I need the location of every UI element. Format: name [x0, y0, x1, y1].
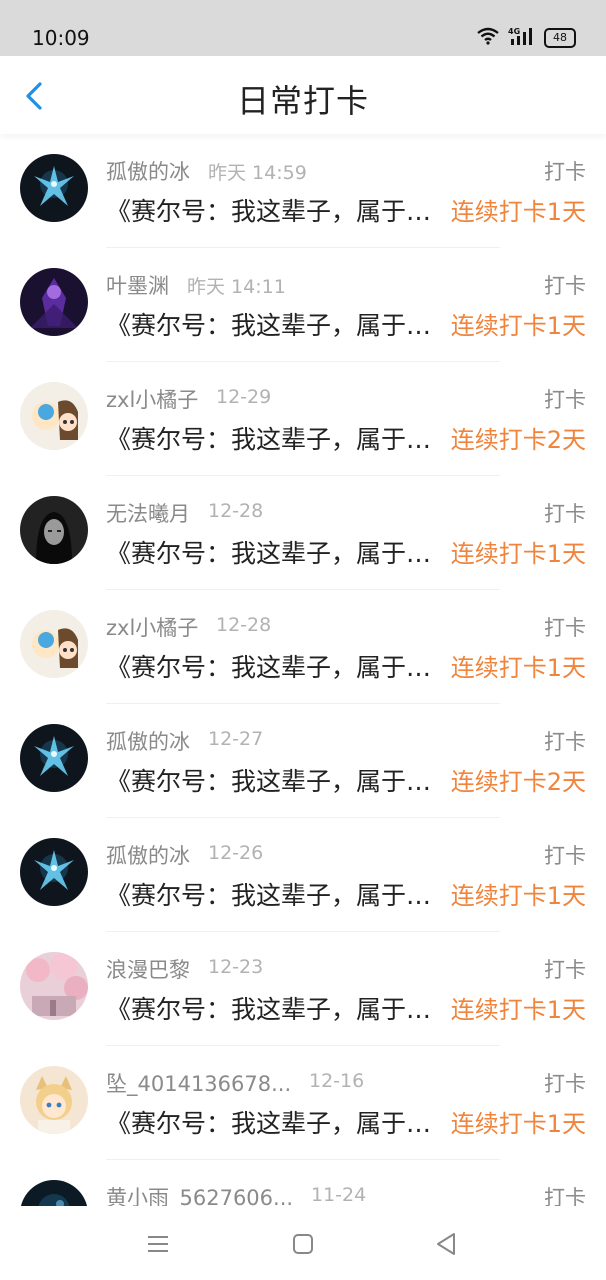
avatar-image — [20, 268, 88, 336]
back-triangle-icon[interactable] — [432, 1230, 460, 1258]
avatar-image — [20, 838, 88, 906]
page-title: 日常打卡 — [236, 82, 369, 120]
battery-indicator: 48 — [544, 28, 576, 48]
checkin-tag: 打卡 — [544, 616, 586, 640]
list-item[interactable]: 黄小雨_5627606... 11-24 打卡 《赛尔号：我这辈子，属于赛尔号》… — [0, 1160, 606, 1206]
post-date: 12-26 — [208, 842, 264, 864]
post-date: 11-24 — [311, 1184, 367, 1206]
streak-label: 连续打卡1天 — [450, 654, 586, 682]
checkin-content[interactable]: 《赛尔号：我这辈子，属于赛尔号》 — [106, 192, 444, 228]
checkin-tag: 打卡 — [544, 1186, 586, 1206]
avatar-image — [20, 610, 88, 678]
page-header: 日常打卡 — [0, 56, 606, 134]
post-date: 昨天 14:59 — [208, 162, 307, 184]
checkin-tag: 打卡 — [544, 274, 586, 298]
list-item[interactable]: 孤傲的冰 昨天 14:59 打卡 《赛尔号：我这辈子，属于赛尔号》 连续打卡1天 — [0, 134, 606, 248]
avatar[interactable] — [20, 952, 88, 1020]
user-name[interactable]: 坠_4014136678... — [106, 1068, 291, 1098]
post-date: 12-23 — [208, 956, 264, 978]
streak-label: 连续打卡1天 — [450, 198, 586, 226]
list-item[interactable]: zxl小橘子 12-29 打卡 《赛尔号：我这辈子，属于赛尔号》 连续打卡2天 — [0, 362, 606, 476]
user-name[interactable]: zxl小橘子 — [106, 384, 198, 414]
checkin-content[interactable]: 《赛尔号：我这辈子，属于赛尔号》 — [106, 420, 444, 456]
list-item[interactable]: 坠_4014136678... 12-16 打卡 《赛尔号：我这辈子，属于赛尔号… — [0, 1046, 606, 1160]
checkin-content[interactable]: 《赛尔号：我这辈子，属于赛尔号》 — [106, 534, 444, 570]
user-name[interactable]: 孤傲的冰 — [106, 726, 190, 756]
checkin-content[interactable]: 《赛尔号：我这辈子，属于赛尔号》 — [106, 876, 444, 912]
network-label: 4G — [508, 27, 520, 36]
avatar[interactable] — [20, 496, 88, 564]
avatar-image — [20, 154, 88, 222]
checkin-content[interactable]: 《赛尔号：我这辈子，属于赛尔号》 — [106, 990, 444, 1026]
list-item[interactable]: 孤傲的冰 12-27 打卡 《赛尔号：我这辈子，属于赛尔号》 连续打卡2天 — [0, 704, 606, 818]
avatar[interactable] — [20, 268, 88, 336]
avatar[interactable] — [20, 610, 88, 678]
post-date: 昨天 14:11 — [187, 276, 286, 298]
streak-label: 连续打卡1天 — [450, 882, 586, 910]
checkin-tag: 打卡 — [544, 1072, 586, 1096]
post-date: 12-27 — [208, 728, 264, 750]
status-time: 10:09 — [32, 26, 90, 50]
list-item[interactable]: 孤傲的冰 12-26 打卡 《赛尔号：我这辈子，属于赛尔号》 连续打卡1天 — [0, 818, 606, 932]
avatar[interactable] — [20, 1066, 88, 1134]
menu-icon[interactable] — [144, 1230, 172, 1258]
avatar-image — [20, 1180, 88, 1206]
user-name[interactable]: 无法曦月 — [106, 498, 190, 528]
avatar-image — [20, 382, 88, 450]
list-item[interactable]: 无法曦月 12-28 打卡 《赛尔号：我这辈子，属于赛尔号》 连续打卡1天 — [0, 476, 606, 590]
checkin-tag: 打卡 — [544, 160, 586, 184]
checkin-tag: 打卡 — [544, 502, 586, 526]
user-name[interactable]: zxl小橘子 — [106, 612, 198, 642]
list-item[interactable]: 叶墨渊 昨天 14:11 打卡 《赛尔号：我这辈子，属于赛尔号》 连续打卡1天 — [0, 248, 606, 362]
streak-label: 连续打卡2天 — [450, 426, 586, 454]
avatar-image — [20, 496, 88, 564]
user-name[interactable]: 黄小雨_5627606... — [106, 1182, 293, 1206]
streak-label: 连续打卡2天 — [450, 768, 586, 796]
streak-label: 连续打卡1天 — [450, 996, 586, 1024]
avatar[interactable] — [20, 154, 88, 222]
post-date: 12-29 — [216, 386, 272, 408]
post-date: 12-28 — [216, 614, 272, 636]
avatar-image — [20, 1066, 88, 1134]
post-date: 12-16 — [309, 1070, 365, 1092]
home-square-icon[interactable] — [289, 1230, 317, 1258]
wifi-icon — [477, 27, 499, 45]
checkin-tag: 打卡 — [544, 730, 586, 754]
checkin-tag: 打卡 — [544, 844, 586, 868]
avatar[interactable] — [20, 838, 88, 906]
streak-label: 连续打卡1天 — [450, 540, 586, 568]
status-icons: 4G — [476, 26, 534, 46]
user-name[interactable]: 孤傲的冰 — [106, 840, 190, 870]
checkin-content[interactable]: 《赛尔号：我这辈子，属于赛尔号》 — [106, 762, 444, 798]
checkin-content[interactable]: 《赛尔号：我这辈子，属于赛尔号》 — [106, 306, 444, 342]
streak-label: 连续打卡1天 — [450, 1110, 586, 1138]
avatar-image — [20, 952, 88, 1020]
streak-label: 连续打卡1天 — [450, 312, 586, 340]
cellular-signal-icon: 4G — [508, 27, 532, 45]
checkin-tag: 打卡 — [544, 388, 586, 412]
checkin-content[interactable]: 《赛尔号：我这辈子，属于赛尔号》 — [106, 648, 444, 684]
post-date: 12-28 — [208, 500, 264, 522]
list-item[interactable]: 浪漫巴黎 12-23 打卡 《赛尔号：我这辈子，属于赛尔号》 连续打卡1天 — [0, 932, 606, 1046]
checkin-tag: 打卡 — [544, 958, 586, 982]
checkin-list[interactable]: 孤傲的冰 昨天 14:59 打卡 《赛尔号：我这辈子，属于赛尔号》 连续打卡1天… — [0, 134, 606, 1206]
checkin-content[interactable]: 《赛尔号：我这辈子，属于赛尔号》 — [106, 1104, 444, 1140]
list-item[interactable]: zxl小橘子 12-28 打卡 《赛尔号：我这辈子，属于赛尔号》 连续打卡1天 — [0, 590, 606, 704]
user-name[interactable]: 浪漫巴黎 — [106, 954, 190, 984]
user-name[interactable]: 叶墨渊 — [106, 270, 169, 300]
avatar[interactable] — [20, 382, 88, 450]
avatar[interactable] — [20, 724, 88, 792]
status-bar: 10:09 4G 48 — [0, 0, 606, 56]
avatar[interactable] — [20, 1180, 88, 1206]
avatar-image — [20, 724, 88, 792]
user-name[interactable]: 孤傲的冰 — [106, 156, 190, 186]
system-nav-bar — [0, 1206, 606, 1280]
